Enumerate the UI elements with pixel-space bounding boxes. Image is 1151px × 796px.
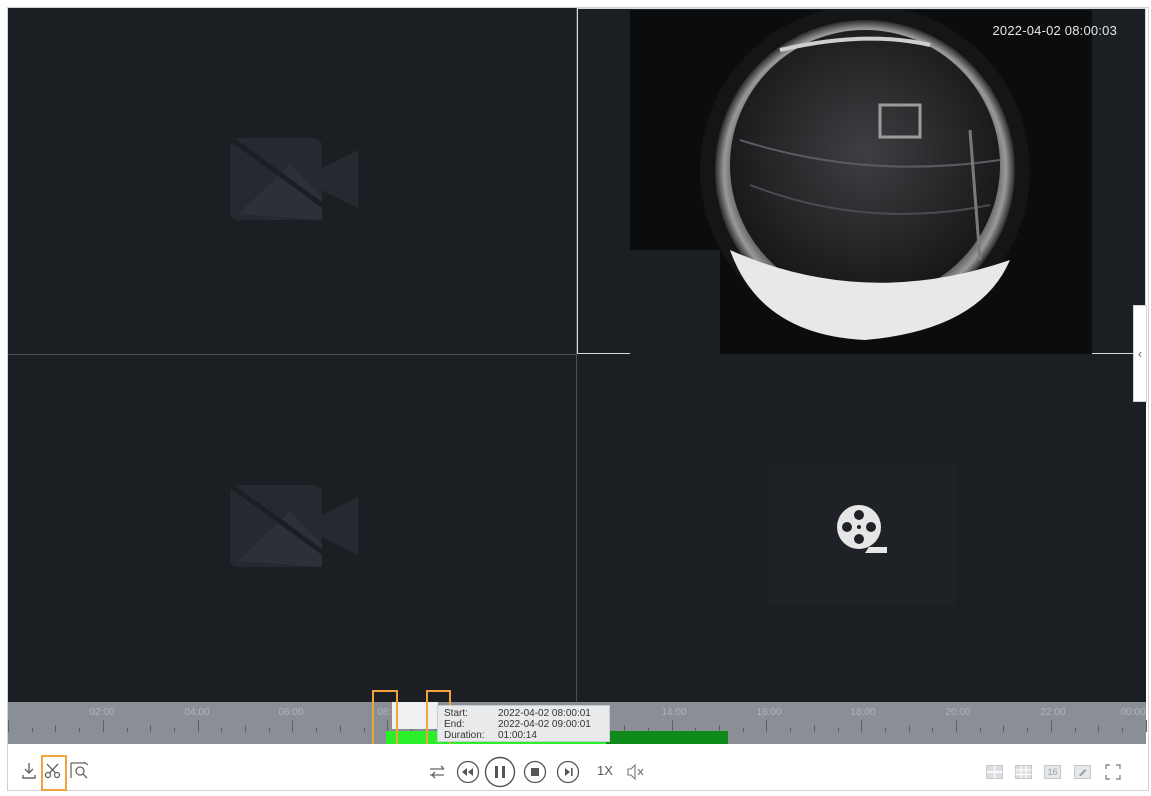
tick-mark — [837, 728, 839, 732]
hour-label: 02:00 — [89, 707, 115, 718]
hour-label: 22:00 — [1040, 707, 1066, 718]
pause-icon[interactable] — [484, 756, 516, 788]
video-window-1[interactable] — [8, 8, 577, 355]
duration-value: 01:00:14 — [498, 730, 537, 741]
next-frame-icon[interactable] — [556, 760, 580, 784]
tick-mark — [813, 725, 815, 732]
fullscreen-icon[interactable] — [1105, 764, 1121, 780]
tick-mark — [1098, 725, 1100, 732]
camera-placeholder-icon — [230, 485, 358, 567]
tick-mark — [55, 725, 57, 732]
hour-label: 14:00 — [661, 707, 687, 718]
custom-split-icon[interactable] — [1074, 765, 1091, 779]
hour-label: 16:00 — [756, 707, 782, 718]
tick-mark — [221, 728, 223, 732]
hour-label: 06:00 — [278, 707, 304, 718]
playback-toolbar: 1X 16 — [8, 744, 1146, 791]
tick-mark — [79, 728, 81, 732]
split-4-icon[interactable] — [986, 765, 1003, 779]
chevron-left-icon: ‹ — [1137, 346, 1143, 361]
tick-mark — [790, 728, 792, 732]
tick-mark — [1050, 720, 1052, 732]
duration-label: Duration: — [444, 730, 485, 741]
tick-mark — [742, 728, 744, 732]
stop-icon[interactable] — [523, 760, 547, 784]
tick-mark — [316, 728, 318, 732]
hour-label: 04:00 — [184, 707, 210, 718]
fisheye-image — [630, 10, 1092, 354]
tick-mark — [197, 720, 199, 732]
tick-mark — [956, 720, 957, 732]
tick-mark — [292, 720, 294, 732]
hour-label: 00:00 — [1120, 707, 1146, 718]
video-window-2[interactable]: 2022-04-02 08:00:03 — [577, 8, 1146, 354]
tick-mark — [150, 725, 152, 732]
tick-mark — [339, 725, 341, 732]
smart-search-icon[interactable] — [69, 761, 89, 780]
video-grid: 2022-04-02 08:00:03 — [8, 8, 1146, 702]
sync-play-icon[interactable] — [429, 765, 447, 779]
tick-mark — [908, 725, 910, 732]
tick-mark — [932, 728, 934, 732]
end-value: 2022-04-02 09:00:01 — [498, 719, 591, 730]
tick-mark — [766, 720, 768, 732]
tick-mark — [861, 720, 863, 732]
tick-mark — [1027, 728, 1029, 732]
clip-button-highlight — [41, 755, 67, 791]
rewind-icon[interactable] — [456, 760, 480, 784]
tick-mark — [884, 728, 886, 732]
tick-mark — [268, 728, 270, 732]
tick-mark — [363, 728, 365, 732]
start-value: 2022-04-02 08:00:01 — [498, 708, 591, 719]
hour-label: 20:00 — [945, 707, 971, 718]
video-timestamp: 2022-04-02 08:00:03 — [992, 23, 1117, 38]
camera-placeholder-icon — [230, 138, 358, 220]
tick-mark — [126, 728, 128, 732]
video-window-4[interactable] — [577, 355, 1146, 702]
tick-mark — [979, 728, 981, 732]
start-label: Start: — [444, 708, 468, 719]
end-label: End: — [444, 719, 465, 730]
clip-info-tooltip: Start: 2022-04-02 08:00:01 End: 2022-04-02… — [437, 705, 610, 742]
split-16-label: 16 — [1047, 767, 1058, 777]
split-9-icon[interactable] — [1015, 765, 1032, 779]
tick-mark — [1003, 725, 1005, 732]
download-icon[interactable] — [21, 762, 37, 780]
collapse-panel-button[interactable]: ‹ — [1133, 305, 1147, 402]
tick-mark — [8, 720, 9, 732]
hour-label: 18:00 — [850, 707, 876, 718]
tick-mark — [1145, 720, 1147, 732]
tick-mark — [173, 728, 175, 732]
split-16-icon[interactable]: 16 — [1044, 765, 1061, 779]
tick-mark — [102, 720, 104, 732]
mute-icon[interactable] — [627, 764, 645, 780]
fisheye-video-frame — [630, 10, 1092, 354]
playback-speed[interactable]: 1X — [597, 763, 613, 778]
tick-mark — [245, 725, 246, 732]
tick-mark — [31, 728, 33, 732]
video-window-3[interactable] — [8, 355, 577, 702]
film-reel-icon — [837, 505, 887, 553]
tick-mark — [1074, 728, 1076, 732]
tick-mark — [1121, 728, 1123, 732]
